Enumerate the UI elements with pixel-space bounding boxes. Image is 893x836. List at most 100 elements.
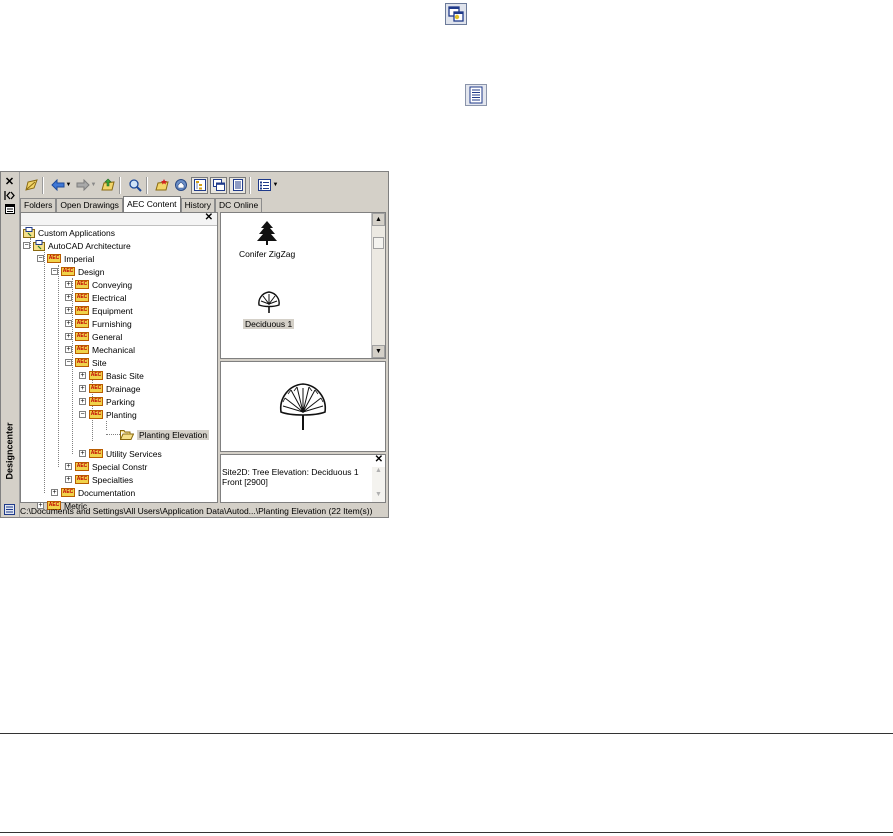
tab-folders[interactable]: Folders xyxy=(20,198,57,212)
tree-node[interactable]: − AEC Design xyxy=(51,265,104,278)
tree-node[interactable]: + AEC Parking xyxy=(79,395,135,408)
folder-open-icon xyxy=(120,429,134,440)
collapse-icon[interactable]: − xyxy=(37,255,44,262)
expand-icon[interactable]: + xyxy=(65,320,72,327)
status-bar: C:\Documents and Settings\All Users\Appl… xyxy=(20,504,388,517)
vertical-scrollbar[interactable]: ▲ ▼ xyxy=(372,467,385,502)
aec-icon: AEC xyxy=(89,449,103,458)
tree-node[interactable]: + AEC Documentation xyxy=(51,486,135,499)
scroll-up-icon[interactable]: ▲ xyxy=(372,213,385,226)
close-icon[interactable]: ✕ xyxy=(3,175,16,188)
expand-icon[interactable]: + xyxy=(65,281,72,288)
window-overlap-icon[interactable] xyxy=(444,2,468,26)
tab-history[interactable]: History xyxy=(180,198,216,212)
views-icon[interactable] xyxy=(256,177,273,194)
tree-node[interactable]: + AEC Mechanical xyxy=(65,343,135,356)
expand-icon[interactable]: + xyxy=(79,450,86,457)
window-menu-icon[interactable] xyxy=(3,503,16,515)
tree-node[interactable]: − AutoCAD Architecture xyxy=(23,239,131,252)
views-dropdown-icon[interactable]: ▼ xyxy=(272,182,279,188)
aec-icon: AEC xyxy=(89,410,103,419)
tree-node[interactable]: Custom Applications xyxy=(23,226,115,239)
properties-icon[interactable] xyxy=(3,203,16,215)
expand-icon[interactable]: + xyxy=(51,489,58,496)
tree-node[interactable]: − AEC Imperial xyxy=(37,252,94,265)
up-icon[interactable] xyxy=(99,177,116,194)
collapse-icon[interactable]: − xyxy=(51,268,58,275)
tree-node-selected[interactable]: Planting Elevation xyxy=(120,428,210,441)
load-icon[interactable] xyxy=(22,177,39,194)
tab-bar: Folders Open Drawings AEC Content Histor… xyxy=(20,196,263,212)
aec-icon: AEC xyxy=(75,319,89,328)
scroll-down-icon[interactable]: ▼ xyxy=(372,345,385,358)
tree-node[interactable]: + AEC Electrical xyxy=(65,291,126,304)
content-area: Conifer ZigZag Deciduous 1 ▲ ▼ xyxy=(220,212,386,359)
tree-node[interactable]: + AEC Utility Services xyxy=(79,447,162,460)
tree-node[interactable]: + AEC Equipment xyxy=(65,304,133,317)
tree-node[interactable]: + AEC Drainage xyxy=(79,382,141,395)
aec-icon: AEC xyxy=(47,254,61,263)
forward-dropdown-icon[interactable]: ▼ xyxy=(90,182,97,188)
expand-icon[interactable]: + xyxy=(79,398,86,405)
expand-icon[interactable]: + xyxy=(65,463,72,470)
divider xyxy=(0,733,893,734)
home-icon[interactable] xyxy=(172,177,189,194)
close-icon[interactable]: ✕ xyxy=(375,454,383,465)
scroll-down-icon[interactable]: ▼ xyxy=(372,491,385,502)
expand-icon[interactable]: + xyxy=(65,294,72,301)
collapse-icon[interactable]: − xyxy=(79,411,86,418)
window-title: Designcenter xyxy=(5,422,15,480)
conifer-tree-icon xyxy=(257,221,278,245)
tab-dc-online[interactable]: DC Online xyxy=(215,198,263,212)
tree-node[interactable]: − AEC Site xyxy=(65,356,107,369)
vertical-scrollbar[interactable]: ▲ ▼ xyxy=(371,213,385,358)
tree-node[interactable]: − AEC Planting xyxy=(79,408,137,421)
tree-node[interactable]: + AEC Basic Site xyxy=(79,369,144,382)
tree-node[interactable]: + AEC Special Constr xyxy=(65,460,147,473)
collapse-icon[interactable]: − xyxy=(65,359,72,366)
aec-icon: AEC xyxy=(75,293,89,302)
expand-icon[interactable]: + xyxy=(79,372,86,379)
preview-icon[interactable] xyxy=(210,176,227,194)
divider xyxy=(0,832,893,833)
search-icon[interactable] xyxy=(126,177,143,194)
aec-icon: AEC xyxy=(75,462,89,471)
aec-icon: AEC xyxy=(89,371,103,380)
description-area: ✕ Site2D: Tree Elevation: Deciduous 1 Fr… xyxy=(220,454,386,503)
auto-hide-icon[interactable] xyxy=(3,189,16,201)
content-item-selected[interactable]: Deciduous 1 xyxy=(243,290,295,329)
tree-node[interactable]: + AEC General xyxy=(65,330,122,343)
aec-icon: AEC xyxy=(89,397,103,406)
collapse-icon[interactable]: − xyxy=(23,242,30,249)
description-list-icon[interactable] xyxy=(464,83,488,107)
description-icon[interactable] xyxy=(229,176,246,194)
aec-icon: AEC xyxy=(75,345,89,354)
tab-open-drawings[interactable]: Open Drawings xyxy=(56,198,123,212)
window-titlebar[interactable]: ✕ Designcenter xyxy=(1,172,20,517)
aec-icon: AEC xyxy=(75,332,89,341)
close-icon[interactable]: ✕ xyxy=(205,212,213,223)
back-icon[interactable] xyxy=(49,177,66,194)
tree-node[interactable]: + AEC Specialties xyxy=(65,473,133,486)
forward-icon[interactable] xyxy=(74,177,91,194)
tree-view-toggle-icon[interactable] xyxy=(191,176,208,194)
status-path: C:\Documents and Settings\All Users\Appl… xyxy=(20,505,373,516)
designcenter-window: ✕ Designcenter ▼ ▼ ▼ Folders Open Drawin… xyxy=(0,171,389,518)
tree-node[interactable]: + AEC Furnishing xyxy=(65,317,132,330)
tab-aec-content[interactable]: AEC Content xyxy=(122,196,181,212)
content-item[interactable]: Conifer ZigZag xyxy=(239,220,295,259)
expand-icon[interactable]: + xyxy=(65,346,72,353)
tree-node[interactable]: + AEC Conveying xyxy=(65,278,132,291)
aec-icon: AEC xyxy=(89,384,103,393)
scroll-thumb[interactable] xyxy=(373,237,384,249)
scroll-up-icon[interactable]: ▲ xyxy=(372,467,385,478)
favorites-icon[interactable] xyxy=(153,177,170,194)
expand-icon[interactable]: + xyxy=(79,385,86,392)
tree-view-panel: ✕ Custom Applications − AutoCAD Architec… xyxy=(20,212,218,511)
expand-icon[interactable]: + xyxy=(65,307,72,314)
expand-icon[interactable]: + xyxy=(65,476,72,483)
aec-icon: AEC xyxy=(61,488,75,497)
app-icon xyxy=(23,227,35,238)
back-dropdown-icon[interactable]: ▼ xyxy=(65,182,72,188)
expand-icon[interactable]: + xyxy=(65,333,72,340)
